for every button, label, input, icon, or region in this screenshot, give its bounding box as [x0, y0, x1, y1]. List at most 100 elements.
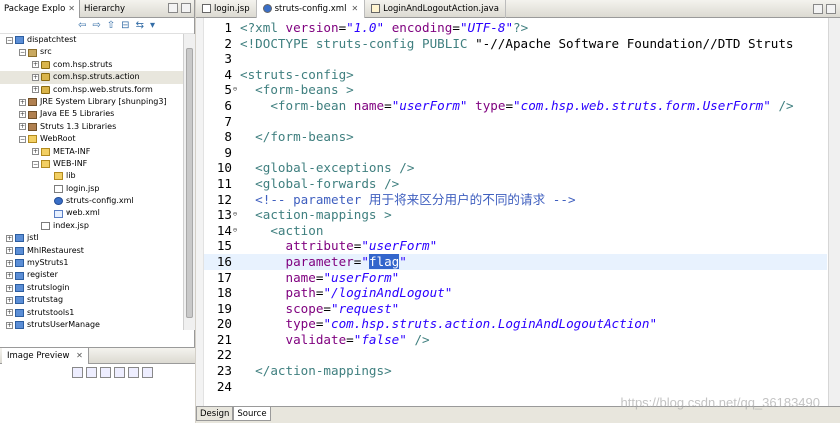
tree-item[interactable]: + myStruts1 — [0, 257, 183, 269]
editor-scrollbar[interactable] — [828, 18, 840, 406]
tree-item[interactable]: − WebRoot — [0, 133, 183, 145]
forward-arrow-icon[interactable]: ⇨ — [92, 20, 100, 31]
tree-item[interactable]: login.jsp — [0, 183, 183, 195]
expand-toggle-icon[interactable]: + — [32, 86, 39, 94]
actual-size-icon[interactable] — [128, 367, 139, 378]
code-line[interactable]: 17 name="userForm" — [204, 270, 827, 286]
tree-item[interactable]: + Java EE 5 Libraries — [0, 108, 183, 120]
close-icon[interactable]: ✕ — [351, 4, 358, 13]
tab-package-explorer[interactable]: Package Explo ✕ — [0, 0, 80, 18]
tree-item[interactable]: web.xml — [0, 207, 183, 219]
expand-toggle-icon[interactable]: + — [32, 148, 39, 156]
expand-toggle-icon[interactable]: + — [6, 309, 13, 317]
tree-item[interactable]: + strutslogin — [0, 282, 183, 294]
collapse-toggle-icon[interactable]: − — [6, 36, 13, 44]
expand-toggle-icon[interactable]: + — [6, 259, 13, 267]
image-icon[interactable] — [72, 367, 83, 378]
code-line[interactable]: 23 </action-mappings> — [204, 363, 827, 379]
code-line[interactable]: 12 <!-- parameter 用于将来区分用户的不同的请求 --> — [204, 192, 827, 208]
code-line[interactable]: 3 — [204, 51, 827, 67]
tree-item[interactable]: + JRE System Library [shunping3] — [0, 96, 183, 108]
code-line[interactable]: 15 attribute="userForm" — [204, 238, 827, 254]
tree-item-label: web.xml — [66, 208, 100, 218]
code-line[interactable]: 4 <struts-config> — [204, 67, 827, 83]
minimize-icon[interactable] — [168, 3, 178, 13]
expand-toggle-icon[interactable]: + — [6, 284, 13, 292]
maximize-icon[interactable] — [181, 3, 191, 13]
tree-item[interactable]: − dispatchtest — [0, 34, 183, 46]
tab-hierarchy[interactable]: Hierarchy — [80, 0, 129, 18]
tab-design[interactable]: Design — [196, 407, 234, 421]
code-line[interactable]: 9 — [204, 145, 827, 161]
collapse-toggle-icon[interactable]: − — [19, 135, 26, 143]
zoom-out-icon[interactable] — [100, 367, 111, 378]
view-menu-icon[interactable]: ▾ — [150, 20, 155, 31]
tree-item[interactable]: + Struts 1.3 Libraries — [0, 121, 183, 133]
expand-toggle-icon[interactable]: + — [6, 296, 13, 304]
selected-text: flag — [368, 253, 400, 269]
code-line[interactable]: 1 <?xml version="1.0" encoding="UTF-8"?> — [204, 20, 827, 36]
code-line[interactable]: 8 </form-beans> — [204, 129, 827, 145]
code-line[interactable]: 24 — [204, 379, 827, 395]
code-line[interactable]: 18 path="/loginAndLogout" — [204, 285, 827, 301]
code-line[interactable]: 20 type="com.hsp.struts.action.LoginAndL… — [204, 316, 827, 332]
refresh-icon[interactable] — [142, 367, 153, 378]
expand-toggle-icon[interactable]: + — [6, 272, 13, 280]
code-line[interactable]: 13 ⊖ <action-mappings > — [204, 207, 827, 223]
tab-loginandlogoutaction[interactable]: LoginAndLogoutAction.java — [365, 0, 506, 18]
tree-item[interactable]: − WEB-INF — [0, 158, 183, 170]
tab-login-jsp[interactable]: login.jsp — [196, 0, 257, 18]
code-line[interactable]: 5 ⊖ <form-beans > — [204, 82, 827, 98]
code-line[interactable]: 21 validate="false" /> — [204, 332, 827, 348]
code-line[interactable]: 6 <form-bean name="userForm" type="com.h… — [204, 98, 827, 114]
code-line[interactable]: 11 <global-forwards /> — [204, 176, 827, 192]
tree-scrollbar[interactable] — [183, 34, 195, 330]
expand-toggle-icon[interactable]: + — [19, 123, 26, 131]
tree-item[interactable]: struts-config.xml — [0, 195, 183, 207]
code-line[interactable]: 19 scope="request" — [204, 301, 827, 317]
close-icon[interactable]: ✕ — [76, 351, 83, 360]
tree-item[interactable]: + strutstools1 — [0, 307, 183, 319]
tree-item[interactable]: + strutstag — [0, 294, 183, 306]
tree-item[interactable]: − src — [0, 46, 183, 58]
expand-toggle-icon[interactable]: + — [6, 247, 13, 255]
tab-image-preview[interactable]: Image Preview ✕ — [2, 347, 89, 364]
code-line[interactable]: 2 <!DOCTYPE struts-config PUBLIC "-//Apac… — [204, 36, 827, 52]
tree-item[interactable]: + com.hsp.struts — [0, 59, 183, 71]
expand-toggle-icon[interactable]: + — [19, 111, 26, 119]
tree-item[interactable]: index.jsp — [0, 220, 183, 232]
tree-item[interactable]: + com.hsp.web.struts.form — [0, 84, 183, 96]
collapse-all-icon[interactable]: ⊟ — [121, 20, 129, 31]
code-line[interactable]: 22 — [204, 347, 827, 363]
expand-toggle-icon[interactable]: + — [32, 61, 39, 69]
code-line[interactable]: 7 — [204, 114, 827, 130]
tree-item[interactable]: + jstl — [0, 232, 183, 244]
back-arrow-icon[interactable]: ⇦ — [78, 20, 86, 31]
code-area[interactable]: 1 <?xml version="1.0" encoding="UTF-8"?> 2… — [204, 20, 827, 406]
collapse-toggle-icon[interactable]: − — [32, 160, 39, 168]
fit-icon[interactable] — [114, 367, 125, 378]
tab-source[interactable]: Source — [233, 407, 271, 421]
expand-toggle-icon[interactable]: + — [19, 98, 26, 106]
expand-toggle-icon[interactable]: + — [32, 73, 39, 81]
code-line[interactable]: 16 parameter="flag" — [204, 253, 827, 270]
tree-item[interactable]: lib — [0, 170, 183, 182]
tree-item[interactable]: + MhlRestaurest — [0, 245, 183, 257]
tree-item[interactable]: + strutsUserManage — [0, 319, 183, 330]
tree-item[interactable]: + META-INF — [0, 146, 183, 158]
collapse-toggle-icon[interactable]: − — [19, 49, 26, 57]
maximize-icon[interactable] — [826, 4, 836, 14]
expand-toggle-icon[interactable]: + — [6, 321, 13, 329]
minimize-icon[interactable] — [813, 4, 823, 14]
up-icon[interactable]: ⇧ — [107, 20, 115, 31]
zoom-in-icon[interactable] — [86, 367, 97, 378]
expand-toggle-icon[interactable]: + — [6, 234, 13, 242]
tab-struts-config[interactable]: struts-config.xml ✕ — [256, 0, 366, 18]
link-editor-icon[interactable]: ⇆ — [136, 20, 144, 31]
tree-item[interactable]: + com.hsp.struts.action — [0, 71, 183, 84]
tree-item[interactable]: + register — [0, 269, 183, 281]
code-line[interactable]: 10 <global-exceptions /> — [204, 160, 827, 176]
code-line[interactable]: 14 ⊖ <action — [204, 223, 827, 239]
close-icon[interactable]: ✕ — [68, 4, 75, 13]
scrollbar-thumb[interactable] — [186, 48, 193, 318]
